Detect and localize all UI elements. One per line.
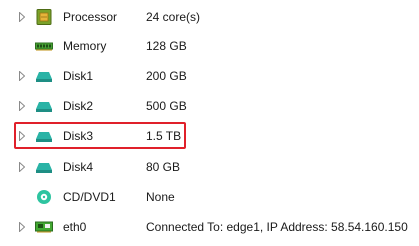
expand-chevron-icon[interactable] (19, 222, 25, 232)
hardware-list: Processor 24 core(s) Memory 128 GB Disk1… (0, 0, 419, 246)
hardware-row-cd-dvd1[interactable]: CD/DVD1 None (0, 183, 419, 211)
hardware-name: Disk3 (63, 129, 94, 143)
hardware-row-disk4[interactable]: Disk4 80 GB (0, 153, 419, 181)
hardware-name: Disk1 (63, 69, 94, 83)
expand-chevron-icon[interactable] (19, 101, 25, 111)
expand-chevron-icon[interactable] (19, 162, 25, 172)
disk-icon (35, 128, 53, 144)
memory-icon (35, 38, 53, 54)
hardware-value: 128 GB (146, 39, 187, 53)
cpu-icon (35, 9, 53, 25)
hardware-row-disk1[interactable]: Disk1 200 GB (0, 62, 419, 90)
hardware-name: Disk2 (63, 99, 94, 113)
hardware-name: Disk4 (63, 160, 94, 174)
hardware-value: None (146, 190, 175, 204)
disk-icon (35, 68, 53, 84)
hardware-name: Processor (63, 10, 118, 24)
hardware-row-eth0[interactable]: eth0 Connected To: edge1, IP Address: 58… (0, 213, 419, 241)
hardware-value: 1.5 TB (146, 129, 182, 143)
network-adapter-icon (35, 219, 53, 235)
hardware-value: 200 GB (146, 69, 187, 83)
hardware-row-processor[interactable]: Processor 24 core(s) (0, 3, 419, 31)
disk-icon (35, 159, 53, 175)
hardware-value: 24 core(s) (146, 10, 201, 24)
disk-icon (35, 98, 53, 114)
hardware-row-disk2[interactable]: Disk2 500 GB (0, 92, 419, 120)
hardware-row-memory[interactable]: Memory 128 GB (0, 32, 419, 60)
hardware-row-disk3[interactable]: Disk3 1.5 TB (0, 122, 419, 150)
hardware-value: 500 GB (146, 99, 187, 113)
cd-dvd-icon (35, 189, 53, 205)
hardware-name: CD/DVD1 (63, 190, 116, 204)
hardware-name: Memory (63, 39, 107, 53)
hardware-value: 80 GB (146, 160, 181, 174)
expand-chevron-icon[interactable] (19, 71, 25, 81)
expand-chevron-icon[interactable] (19, 12, 25, 22)
expand-chevron-icon[interactable] (19, 131, 25, 141)
hardware-name: eth0 (63, 220, 87, 234)
hardware-value: Connected To: edge1, IP Address: 58.54.1… (146, 220, 408, 234)
